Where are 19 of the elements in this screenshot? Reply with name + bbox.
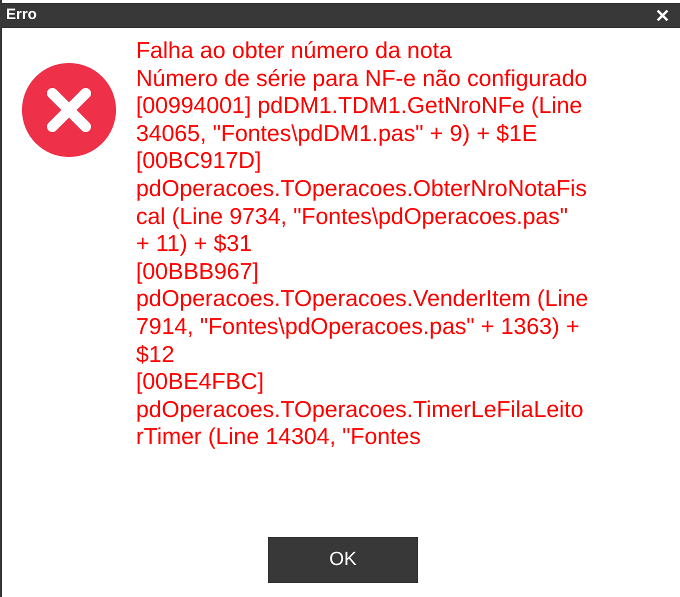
error-message-line: [00BE4FBC] [136, 368, 265, 396]
error-message-line: Falha ao obter número da nota [136, 37, 453, 65]
error-message-line: $12 [136, 340, 176, 368]
error-icon [20, 61, 118, 159]
error-message-line: cal (Line 9734, "Fontes\pdOperacoes.pas" [136, 202, 569, 230]
window-title: Erro [6, 5, 37, 26]
error-message-line: pdOperacoes.TOperacoes.VenderItem (Line [136, 285, 588, 313]
error-message-line: [00BBB967] [136, 258, 260, 286]
error-message-line: Número de série para NF-e não configurado [136, 64, 588, 92]
ok-button[interactable]: OK [268, 537, 418, 583]
error-message-line: 7914, "Fontes\pdOperacoes.pas" + 1363) + [136, 312, 580, 341]
error-message-line: 34065, "Fontes\pdDM1.pas" + 9) + $1E [136, 120, 538, 148]
error-message-line: pdOperacoes.TOperacoes.TimerLeFilaLeito [136, 396, 584, 424]
close-button[interactable]: ✕ [655, 6, 670, 24]
error-message-line: + 11) + $31 [136, 230, 253, 258]
error-message-line: [00994001] pdDM1.TDM1.GetNroNFe (Line [136, 92, 584, 120]
error-message-line: rTimer (Line 14304, "Fontes [136, 423, 422, 451]
error-message-line: [00BC917D] [136, 147, 262, 175]
error-message-line: pdOperacoes.TOperacoes.ObterNroNotaFis [136, 174, 588, 203]
